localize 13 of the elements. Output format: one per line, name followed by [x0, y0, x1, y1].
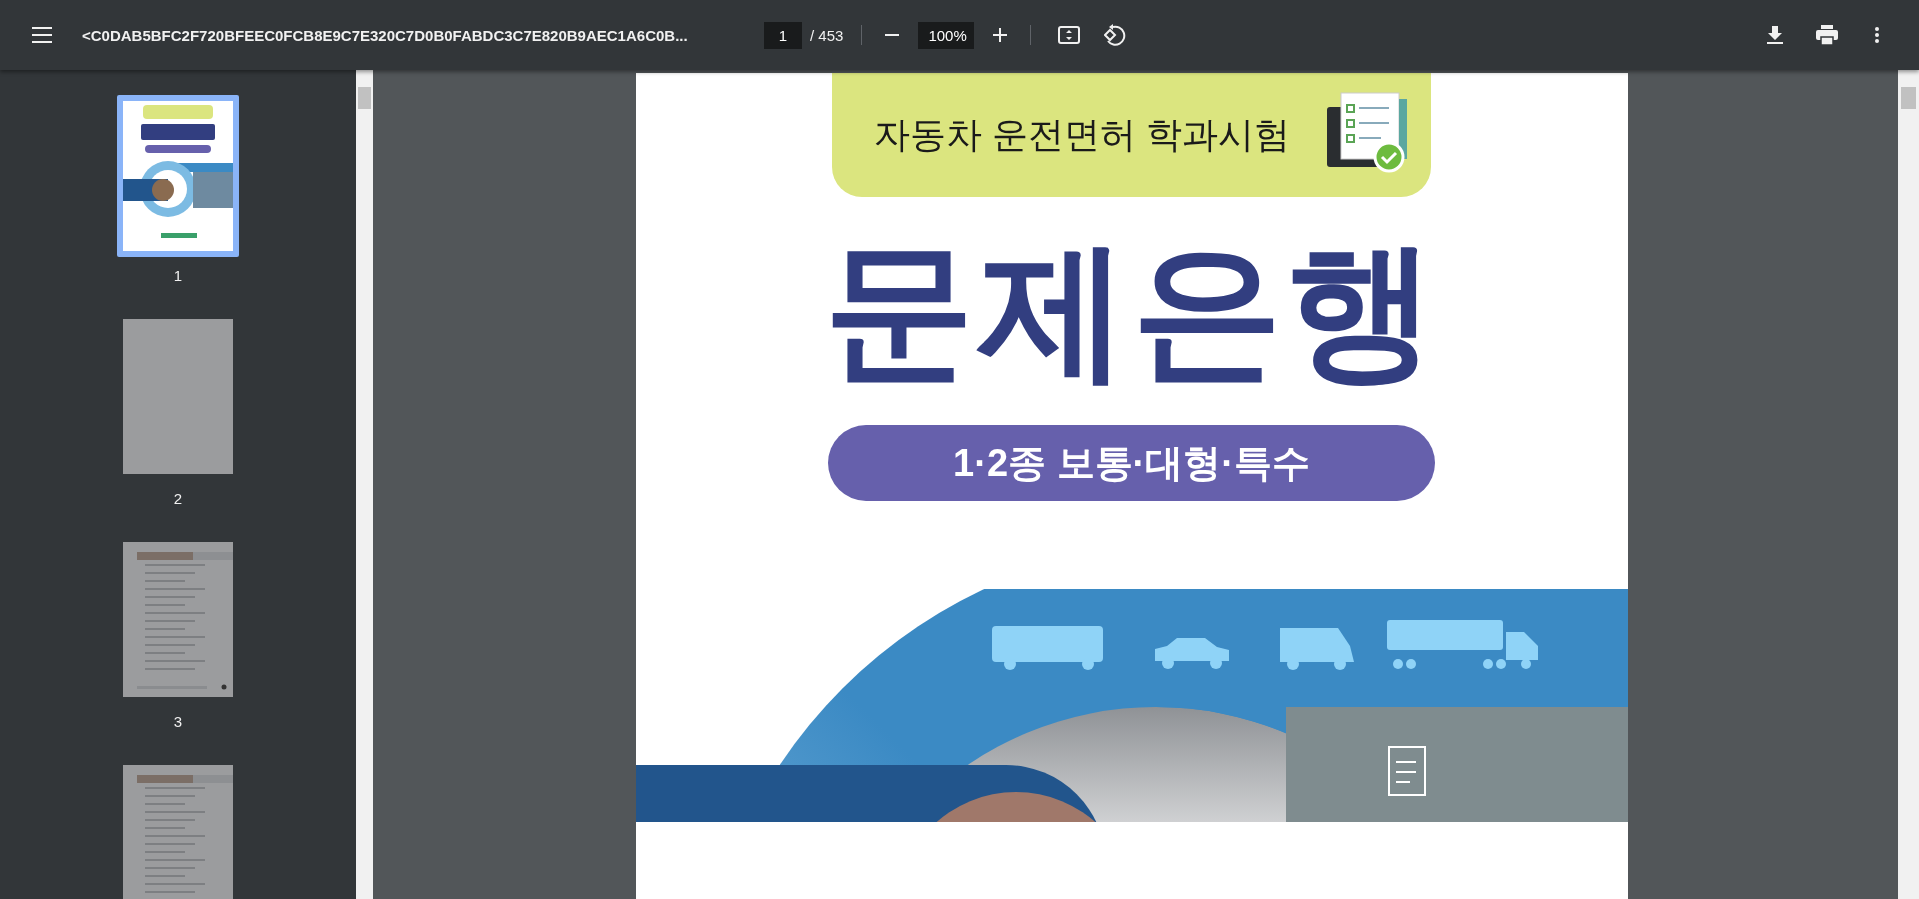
zoom-field[interactable]: 100%	[918, 21, 975, 49]
page-label: 2	[173, 490, 183, 507]
document-title: <C0DAB5BFC2F720BFEEC0FCB8E9C7E320C7D0B0FABDC3C7E820B9AEC1A6C0B...	[82, 26, 689, 44]
scrollbar[interactable]	[1898, 70, 1919, 899]
page-label: 1	[173, 267, 183, 284]
page-number-field[interactable]: 1	[764, 21, 802, 49]
document-heading: 문제은행	[823, 235, 1440, 385]
page-count: / 453	[810, 26, 844, 44]
banner-text: 자동차 운전면허 학과시험	[874, 112, 1291, 157]
page-thumbnail[interactable]	[117, 95, 239, 257]
page-label: 3	[173, 713, 183, 730]
scrollbar[interactable]	[356, 70, 373, 899]
license-types-banner: 1·2종 보통·대형·특수	[828, 425, 1435, 501]
